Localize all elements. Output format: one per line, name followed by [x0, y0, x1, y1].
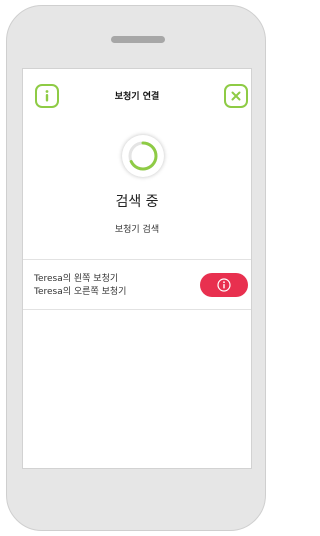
close-button[interactable] [224, 84, 248, 108]
phone-frame: 보청기 연결 검색 중 보청기 검색 Teresa의 왼쪽 보청기 Teresa… [6, 5, 266, 531]
device-label: 의 오른쪽 보청기 [62, 287, 127, 297]
divider [23, 259, 251, 260]
device-item-right: Teresa의 오른쪽 보청기 [34, 286, 126, 299]
close-icon [231, 91, 241, 101]
app-screen: 보청기 연결 검색 중 보청기 검색 Teresa의 왼쪽 보청기 Teresa… [22, 68, 252, 469]
device-label: 의 왼쪽 보청기 [62, 274, 119, 284]
device-alert-button[interactable] [200, 273, 248, 297]
device-item-left: Teresa의 왼쪽 보청기 [34, 273, 126, 286]
search-status-title: 검색 중 [115, 194, 159, 210]
device-owner: Teresa [34, 274, 63, 284]
divider [23, 309, 251, 310]
device-list: Teresa의 왼쪽 보청기 Teresa의 오른쪽 보청기 [34, 273, 126, 299]
loading-spinner [122, 135, 164, 177]
page-title: 보청기 연결 [114, 92, 160, 102]
spinner-icon [128, 141, 158, 171]
search-status-subtitle: 보청기 검색 [114, 225, 160, 235]
info-icon [217, 278, 231, 292]
phone-speaker [111, 36, 165, 43]
device-owner: Teresa [34, 287, 63, 297]
